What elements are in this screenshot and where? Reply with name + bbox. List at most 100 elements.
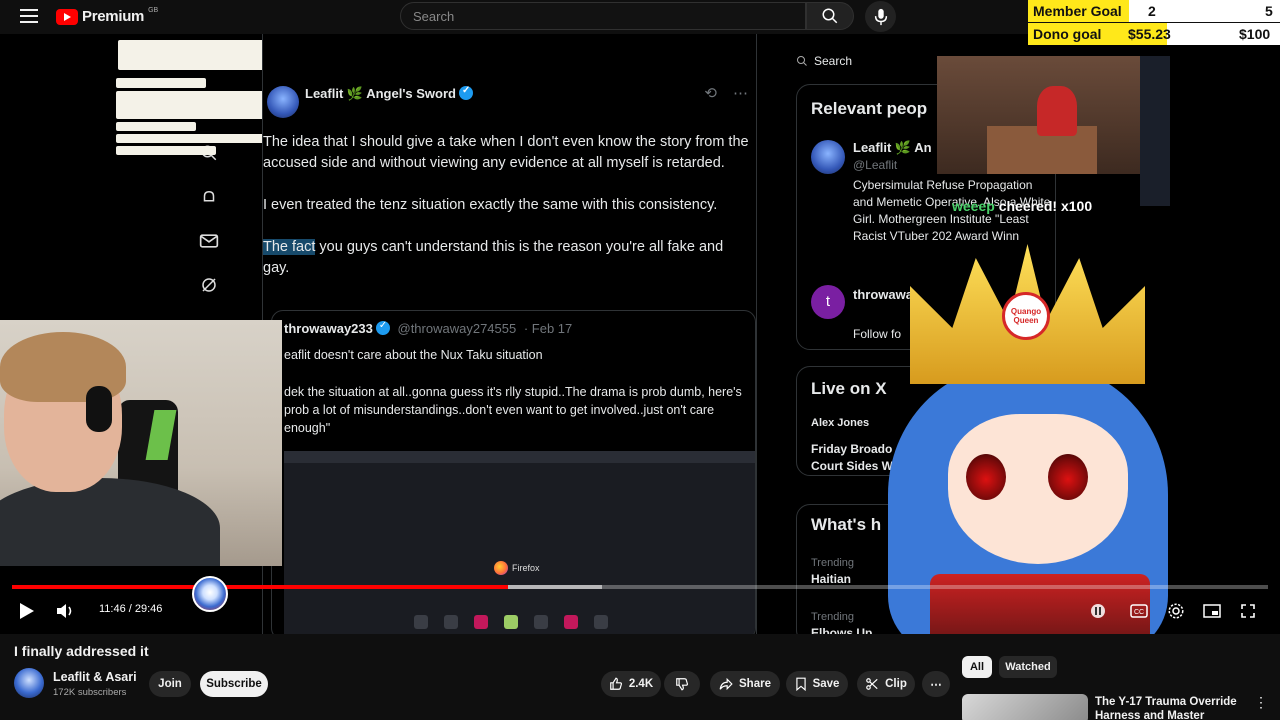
clip-button[interactable]: Clip [857,671,915,697]
autoplay-icon [1091,604,1105,618]
avatar: t [811,285,845,319]
volume-button[interactable] [54,599,78,623]
chat-message [116,122,196,131]
like-count: 2.4K [628,678,654,690]
chip-watched[interactable]: Watched [999,656,1057,678]
chat-message [116,91,276,119]
played-bar [12,585,509,589]
logo-region: GB [148,7,159,14]
scissors-icon [866,678,878,690]
play-icon [20,603,34,619]
cheer-count: 100 [1068,198,1093,214]
chat-overlay [116,78,276,158]
quote-author: throwaway233 [284,321,373,336]
dono-goal: Dono goal $55.23 $100 [1028,23,1280,45]
webcam-feed [0,320,282,566]
like-button[interactable]: 2.4K [601,671,661,697]
subscriber-count: 172K subscribers [53,687,127,698]
search-icon [797,56,807,66]
trend-name: Haitian [811,572,852,586]
mail-icon [198,230,220,252]
firefox-icon [494,561,508,575]
search-field[interactable] [400,2,806,30]
captions-icon: CC [1130,604,1148,618]
member-goal-label: Member Goal [1033,3,1122,19]
more-icon[interactable]: ⋮ [1254,694,1268,710]
voice-search-button[interactable] [865,1,896,32]
browser-tabbar [284,451,755,463]
grok-icon [198,274,220,296]
dono-goal-target: $100 [1239,26,1271,42]
trend-name: Elbows Up [811,626,873,634]
bell-icon [198,186,220,208]
play-button[interactable] [15,599,39,623]
quote-date: · Feb 17 [523,321,573,336]
chat-message [116,146,216,155]
microphone-icon [874,8,887,25]
avatar [811,140,845,174]
save-button[interactable]: Save [786,671,848,697]
crown-badge: Quango Queen [1002,292,1050,340]
captions-button[interactable]: CC [1127,599,1151,623]
cheer-user: weeep [952,198,995,214]
bookmark-icon [795,677,806,691]
subscribe-button[interactable]: Subscribe [200,671,268,697]
youtube-logo[interactable]: Premium GB [56,7,159,25]
video-player[interactable]: Leaflit 🌿 Angel's Sword ⟲ ⋯ The idea tha… [0,34,1280,634]
svg-text:CC: CC [1134,609,1144,616]
menu-icon[interactable] [20,9,38,23]
avatar-eye [1048,454,1088,500]
twitter-search: Search [796,50,956,72]
miniplayer-icon [1203,604,1221,618]
tweet-text: you guys can't understand this is the re… [263,239,724,276]
video-title: I finally addressed it [14,643,149,659]
join-button[interactable]: Join [149,671,191,697]
chat-message [116,78,206,88]
tweet-author: Leaflit 🌿 Angel's Sword [305,85,473,102]
channel-avatar[interactable] [14,668,44,698]
share-button[interactable]: Share [710,671,780,697]
gear-icon [1168,603,1184,619]
save-label: Save [812,678,840,690]
miniplayer-button[interactable] [1200,599,1224,623]
cheer-alert: weeep cheered! x100 [952,198,1092,214]
fullscreen-button[interactable] [1236,599,1260,623]
fullscreen-icon [1241,604,1255,618]
tweet-header: Leaflit 🌿 Angel's Sword ⟲ ⋯ [263,80,758,118]
search-button[interactable] [806,2,854,30]
twitter-search-text: Search [814,54,853,68]
more-actions-button[interactable]: ⋯ [922,671,950,697]
tweet-paragraph: I even treated the tenz situation exactl… [263,197,718,213]
chibi-illustration [1037,86,1077,136]
chat-message [116,134,266,143]
firefox-text: Firefox [512,563,540,573]
relevant-title: Relevant peop [811,99,928,118]
scrubber-handle[interactable] [192,576,228,612]
person-name: Leaflit 🌿 An [853,140,932,155]
dislike-button[interactable] [664,671,700,697]
channel-name[interactable]: Leaflit & Asari [53,670,137,684]
side-panel-overlay [1140,56,1170,206]
recommendation-thumbnail[interactable] [962,694,1088,720]
live-host: Alex Jones [811,417,870,429]
stream-goals-overlay: Member Goal 2 5 Dono goal $55.23 $100 [1028,0,1280,46]
tweet-actions: ⟲ ⋯ [704,84,748,102]
chip-all[interactable]: All [962,656,992,678]
more-icon: ⋯ [733,85,748,102]
grok-icon: ⟲ [704,85,717,102]
dono-goal-label: Dono goal [1033,26,1102,42]
search-input[interactable] [413,8,805,24]
member-goal: Member Goal 2 5 [1028,0,1280,22]
pause-indicator-button[interactable] [1086,599,1110,623]
youtube-play-icon [56,8,78,25]
text-selection: The fact [263,239,316,255]
avatar-eye [966,454,1006,500]
recommendation-title[interactable]: The Y-17 Trauma Override Harness and Mas… [1095,695,1245,720]
vtuber-avatar: Quango Queen [870,224,1170,634]
settings-button[interactable] [1164,599,1188,623]
share-icon [719,677,733,691]
time-display: 11:46 / 29:46 [99,603,163,615]
member-goal-current: 2 [1148,3,1156,19]
dono-goal-current: $55.23 [1128,26,1171,42]
streamer-shirt [0,478,220,566]
